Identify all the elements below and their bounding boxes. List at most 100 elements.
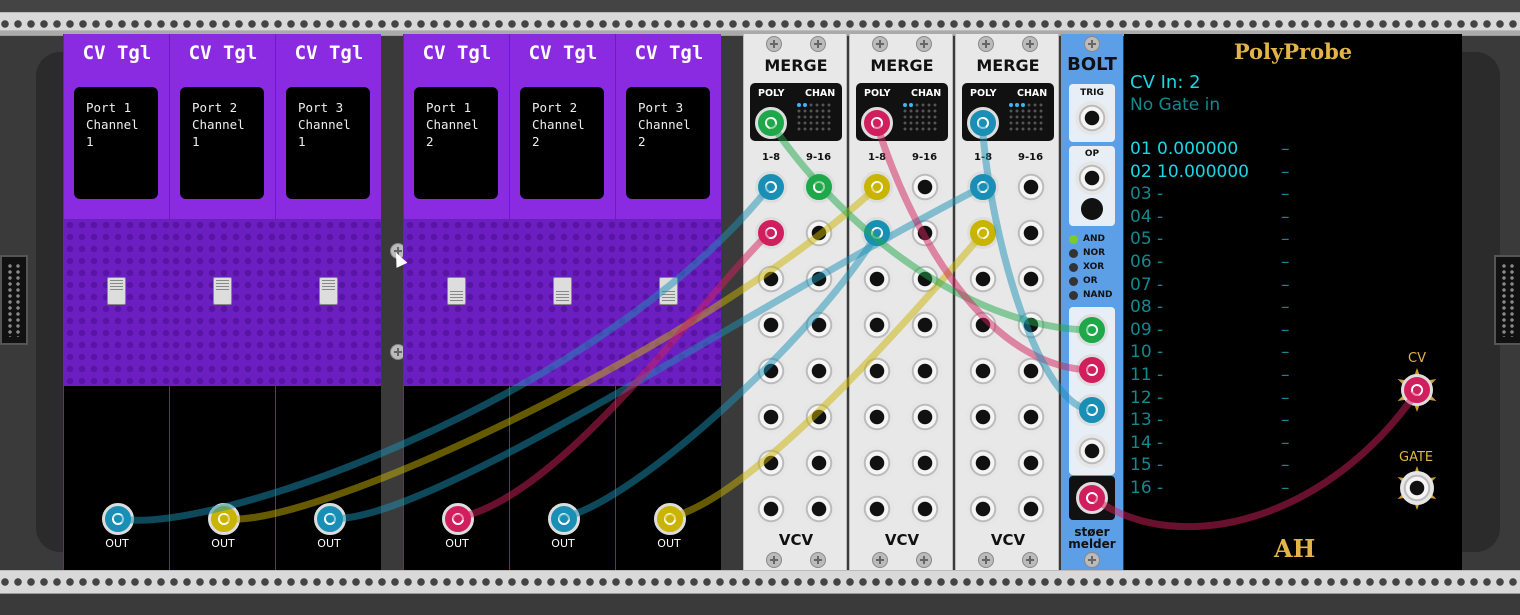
chan-label: CHAN [911,88,942,99]
input-jack[interactable] [754,446,788,480]
trig-input-jack[interactable] [1075,101,1109,135]
input-jack[interactable] [908,170,942,204]
channel-dash: – [1281,252,1290,272]
out-jack-plug[interactable] [654,503,686,535]
input-jack[interactable] [908,308,942,342]
input-jack[interactable] [860,262,894,296]
input-jack[interactable] [860,492,894,526]
vcv-brand: VCV [990,531,1026,549]
toggle-switch[interactable] [319,277,338,305]
ah-logo: AH [1274,534,1316,563]
toggle-switch[interactable] [107,277,126,305]
poly-out-plug[interactable] [755,107,787,139]
channel-dash: – [1281,478,1290,498]
chan-label: CHAN [1017,88,1048,99]
input-jack[interactable] [908,492,942,526]
output-jack-2-plug[interactable] [1076,354,1108,386]
channel-led [1009,103,1013,107]
input-plug[interactable] [755,171,787,203]
input-jack[interactable] [802,492,836,526]
input-jack[interactable] [966,446,1000,480]
input-jack[interactable] [1014,262,1048,296]
input-plug[interactable] [861,171,893,203]
op-option-label: XOR [1083,262,1105,272]
input-plug[interactable] [861,217,893,249]
input-jack[interactable] [966,354,1000,388]
input-jack[interactable] [860,400,894,434]
input-jack[interactable] [908,400,942,434]
channel-dash: – [1281,410,1290,431]
channel-led [1021,103,1025,107]
input-jack[interactable] [802,216,836,250]
channel-dash: – [1281,297,1290,318]
input-jack[interactable] [754,400,788,434]
input-jack[interactable] [908,354,942,388]
op-led [1069,291,1078,300]
input-jack[interactable] [908,262,942,296]
input-jack[interactable] [802,400,836,434]
channel-row: 03 - [1130,184,1164,205]
out-jack-plug[interactable] [314,503,346,535]
input-jack[interactable] [860,354,894,388]
input-jack[interactable] [966,308,1000,342]
input-jack[interactable] [860,308,894,342]
input-jack[interactable] [1014,446,1048,480]
input-jack[interactable] [1014,492,1048,526]
channel-row: 16 - [1130,478,1164,498]
input-jack[interactable] [1014,170,1048,204]
toggle-switch[interactable] [447,277,466,305]
input-jack[interactable] [802,446,836,480]
op-button[interactable] [1081,198,1103,220]
screw [1084,552,1100,568]
out-jack-plug[interactable] [548,503,580,535]
output-jack-3-plug[interactable] [1076,394,1108,426]
output-jack-1-plug[interactable] [1076,314,1108,346]
input-jack[interactable] [908,446,942,480]
input-jack[interactable] [802,308,836,342]
toggle-switch[interactable] [659,277,678,305]
screw [766,552,782,568]
poly-output-plug[interactable] [1076,482,1108,514]
toggle-switch[interactable] [553,277,572,305]
input-jack[interactable] [802,262,836,296]
gate-input-jack[interactable] [1400,471,1434,505]
input-jack[interactable] [754,354,788,388]
cv-input-plug[interactable] [1401,374,1433,406]
channel-row: 05 - [1130,229,1164,250]
op-input-jack[interactable] [1075,161,1109,195]
input-plug[interactable] [755,217,787,249]
input-plug[interactable] [803,171,835,203]
col-label-9-16: 9-16 [1018,152,1044,163]
cv-tgl-module: CV Tgl Port 1 Channel 1 OUT [63,34,169,570]
input-jack[interactable] [860,446,894,480]
out-jack-plug[interactable] [442,503,474,535]
op-option-label: OR [1083,276,1098,286]
output-jack-4[interactable] [1075,434,1109,468]
input-jack[interactable] [754,492,788,526]
out-jack-plug[interactable] [208,503,240,535]
out-label: OUT [317,537,341,550]
input-jack[interactable] [1014,400,1048,434]
port-channel-display: Port 3 Channel 1 [286,87,370,199]
input-jack[interactable] [966,262,1000,296]
out-jack-plug[interactable] [102,503,134,535]
input-plug[interactable] [967,217,999,249]
input-plug[interactable] [967,171,999,203]
gate-status: No Gate in [1130,95,1221,115]
input-jack[interactable] [908,216,942,250]
input-jack[interactable] [1014,354,1048,388]
input-jack[interactable] [802,354,836,388]
input-jack[interactable] [1014,308,1048,342]
channel-row: 04 - [1130,206,1164,227]
channel-row: 01 0.000000 [1130,139,1239,159]
poly-out-plug[interactable] [967,107,999,139]
input-jack[interactable] [754,262,788,296]
input-jack[interactable] [1014,216,1048,250]
input-jack[interactable] [754,308,788,342]
out-label: OUT [657,537,681,550]
rack-rail-bottom [0,570,1520,594]
poly-out-plug[interactable] [861,107,893,139]
input-jack[interactable] [966,400,1000,434]
toggle-switch[interactable] [213,277,232,305]
input-jack[interactable] [966,492,1000,526]
